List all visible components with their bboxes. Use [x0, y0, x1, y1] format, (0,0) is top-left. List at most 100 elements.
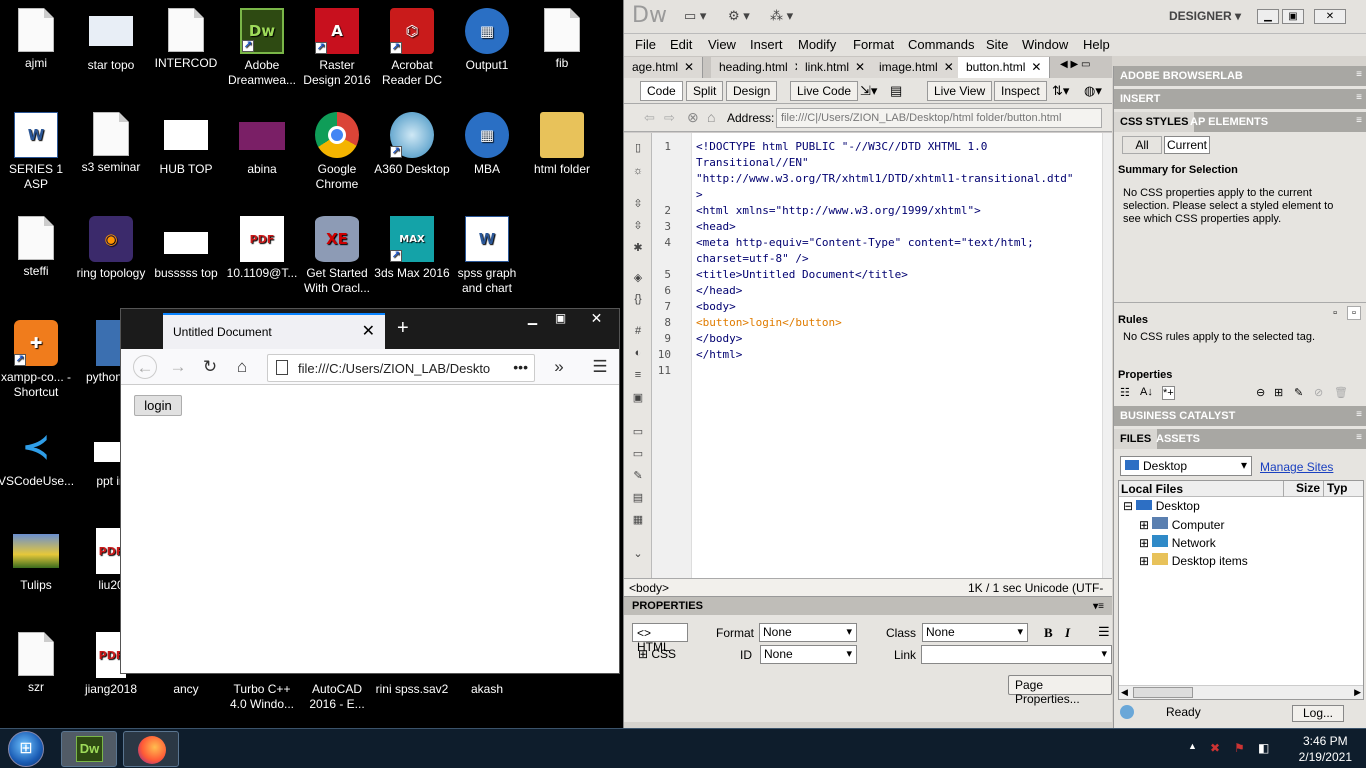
desktop-icon-ancy[interactable]: ancy [148, 682, 224, 702]
file-transfer-icon[interactable]: ⇅▾ [1052, 83, 1069, 99]
desktop-icon-series1[interactable]: W SERIES 1 ASP [0, 110, 74, 192]
desktop-icon-mba[interactable]: ▦ MBA [449, 110, 525, 177]
recent-snippets-icon[interactable]: ▤ [631, 491, 645, 505]
menu-view[interactable]: View [708, 37, 736, 52]
desktop-icon-szr[interactable]: szr [0, 630, 74, 695]
html-mode-button[interactable]: <> HTML [632, 623, 688, 654]
taskbar-dreamweaver[interactable]: Dw [61, 731, 117, 767]
desktop-icon-a360[interactable]: ↗ A360 Desktop [374, 110, 450, 177]
close-window-icon[interactable]: ✕ [583, 309, 610, 327]
network-status-icon[interactable]: ✖ [1210, 741, 1220, 755]
desktop-icon-autocad[interactable]: AutoCAD 2016 - E... [299, 682, 375, 712]
desktop-icon-3ds-max[interactable]: MAX ↗ 3ds Max 2016 [374, 214, 450, 281]
code-view-button[interactable]: Code [640, 81, 683, 101]
collapse-icon[interactable]: ⊟ [1123, 499, 1133, 513]
close-icon[interactable]: ✕ [1314, 9, 1346, 24]
desktop-icon-abina[interactable]: abina [224, 110, 300, 177]
panel-menu-icon[interactable]: ≡ [1356, 115, 1362, 126]
manage-sites-link[interactable]: Manage Sites [1260, 460, 1333, 474]
desktop-icon-spss-graph[interactable]: Wspss graph and chart [449, 214, 525, 296]
menu-window[interactable]: Window [1022, 37, 1068, 52]
page-properties-button[interactable]: Page Properties... [1008, 675, 1112, 706]
size-column[interactable]: Size [1283, 481, 1320, 497]
forward-icon[interactable]: → [166, 355, 190, 379]
home-icon[interactable]: ⌂ [707, 109, 715, 125]
collapse-selection-icon[interactable]: ⇳ [631, 219, 645, 233]
list-icon[interactable]: ☰ [1098, 624, 1110, 640]
address-input[interactable]: file:///C|/Users/ZION_LAB/Desktop/html f… [776, 108, 1102, 128]
desktop-icon-ring-topology[interactable]: ◉ ring topology [73, 214, 149, 281]
desktop-icon-intercod[interactable]: INTERCOD [148, 6, 224, 71]
close-tab-icon[interactable]: ✕ [684, 60, 694, 74]
desktop-icon-star-topo[interactable]: star topo [73, 6, 149, 73]
browserlab-panel-header[interactable]: ADOBE BROWSERLAB ≡ [1114, 66, 1366, 86]
desktop-icon-chrome[interactable]: Google Chrome [299, 110, 375, 192]
tab-assets[interactable]: ASSETS [1150, 429, 1206, 449]
close-tab-icon[interactable]: ✕ [1031, 60, 1041, 74]
desktop-icon-xampp[interactable]: ✚ ↗ xampp-co... - Shortcut [0, 318, 74, 400]
tab-button-html[interactable]: button.html ✕ [958, 57, 1051, 78]
all-button[interactable]: All [1122, 136, 1162, 154]
more-tools-chevron-icon[interactable]: ⌄ [631, 547, 645, 561]
code-editor-text[interactable]: <!DOCTYPE html PUBLIC "-//W3C//DTD XHTML… [696, 139, 1104, 379]
syntax-coloring-icon[interactable]: ▣ [631, 391, 645, 405]
desktop-icon-ajmi[interactable]: ajmi [0, 6, 74, 71]
id-select[interactable]: None [760, 645, 857, 664]
menu-file[interactable]: File [635, 37, 656, 52]
remove-comment-icon[interactable]: ▭ [631, 447, 645, 461]
desktop-icon-s3-seminar[interactable]: s3 seminar [73, 110, 149, 175]
browser-check-icon[interactable]: ▤ [890, 83, 902, 99]
menu-commands[interactable]: Commands [908, 37, 974, 52]
horizontal-scrollbar[interactable]: ◀ ▶ [1119, 685, 1363, 699]
close-tab-icon[interactable]: ✕ [944, 60, 954, 74]
panel-menu-icon[interactable]: ≡ [1356, 432, 1362, 443]
close-tab-icon[interactable]: ✕ [362, 321, 375, 341]
desktop-icon-hub-top[interactable]: HUB TOP [148, 110, 224, 177]
tab-image-html[interactable]: image.html ✕ [871, 57, 963, 78]
back-icon[interactable]: ⇦ [644, 110, 655, 126]
desktop-icon-html-folder[interactable]: html folder [524, 110, 600, 177]
expand-icon[interactable]: ⊞ [1139, 518, 1149, 532]
desktop-icon-output1[interactable]: ▦ Output1 [449, 6, 525, 73]
disable-icon[interactable]: ⊘ [1314, 386, 1323, 399]
delete-icon[interactable]: 🗑 [1334, 386, 1348, 399]
workspace-switcher[interactable]: DESIGNER ▾ [1169, 9, 1241, 23]
log-button[interactable]: Log... [1292, 705, 1344, 722]
menu-edit[interactable]: Edit [670, 37, 692, 52]
volume-icon[interactable]: ◧ [1258, 741, 1269, 755]
type-column[interactable]: Typ [1323, 481, 1347, 497]
move-css-icon[interactable]: ▦ [631, 513, 645, 527]
login-button[interactable]: login [134, 395, 182, 416]
tab-link-html[interactable]: link.html ✕ [797, 57, 875, 78]
tab-css-styles[interactable]: CSS STYLES [1114, 112, 1195, 132]
expand-icon[interactable]: ⊞ [1139, 536, 1149, 550]
scroll-left-icon[interactable]: ◀ [1121, 687, 1128, 698]
show-information-icon[interactable]: ▫ [1333, 307, 1337, 319]
preview-globe-icon[interactable]: ◍▾ [1084, 83, 1102, 99]
class-select[interactable]: None [922, 623, 1028, 642]
layout-icon[interactable]: ▭ ▾ [684, 8, 706, 24]
tree-item-network[interactable]: ⊞ Network [1139, 535, 1216, 550]
stop-icon[interactable]: ⊗ [687, 109, 699, 126]
show-hidden-icons-icon[interactable]: ▲ [1188, 741, 1197, 751]
open-documents-icon[interactable]: ▯ [631, 141, 645, 155]
inspect-mode-icon[interactable]: ⇲▾ [860, 83, 877, 99]
scroll-right-icon[interactable]: ▶ [1354, 687, 1361, 698]
select-parent-tag-icon[interactable]: ◈ [631, 271, 645, 285]
desktop-icon-acrobat[interactable]: ⌬ ↗ Acrobat Reader DC [374, 6, 450, 88]
overflow-chevron-icon[interactable]: » [547, 355, 571, 379]
desktop-icon-fib[interactable]: fib [524, 6, 600, 71]
bold-icon[interactable]: B [1044, 625, 1053, 641]
flag-icon[interactable]: ⚑ [1234, 741, 1245, 755]
design-view-button[interactable]: Design [726, 81, 778, 101]
desktop-icon-tulips[interactable]: Tulips [0, 526, 74, 593]
inspect-button[interactable]: Inspect [994, 81, 1047, 101]
insert-panel-header[interactable]: INSERT ≡ [1114, 89, 1366, 109]
maximize-icon[interactable]: ▣ [1282, 9, 1304, 24]
extend-gear-icon[interactable]: ⚙ ▾ [728, 8, 750, 24]
live-code-button[interactable]: Live Code [790, 81, 859, 101]
edit-rule-icon[interactable]: ✎ [1294, 386, 1303, 399]
show-code-navigator-icon[interactable]: ☼ [631, 165, 645, 179]
italic-icon[interactable]: I [1065, 625, 1070, 641]
business-catalyst-header[interactable]: BUSINESS CATALYST ≡ [1114, 406, 1366, 426]
